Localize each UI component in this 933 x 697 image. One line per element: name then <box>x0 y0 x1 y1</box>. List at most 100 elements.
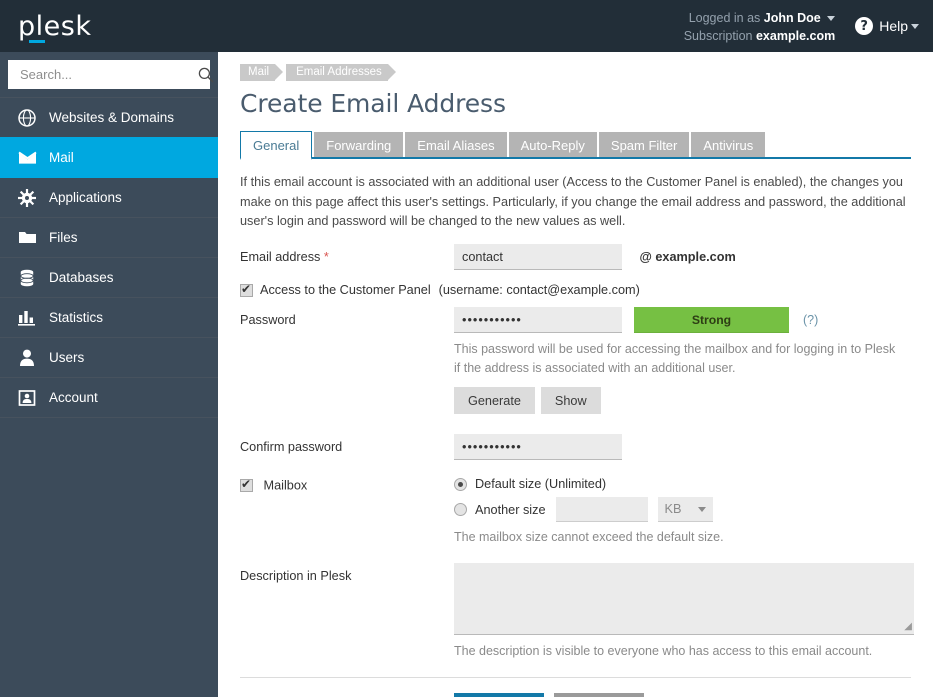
mailbox-size-input[interactable] <box>556 497 648 522</box>
email-domain-suffix: @ example.com <box>639 250 735 264</box>
confirm-password-label: Confirm password <box>240 434 454 460</box>
ok-button[interactable]: OK <box>454 693 544 697</box>
sidebar-item-websites-and-domains[interactable]: Websites & Domains <box>0 97 218 138</box>
plesk-logo-text: plesk <box>18 11 91 42</box>
sidebar-item-applications[interactable]: Applications <box>0 177 218 218</box>
tab-email-aliases[interactable]: Email Aliases <box>405 132 506 159</box>
password-input[interactable] <box>454 307 622 333</box>
password-buttons: Generate Show <box>454 387 911 414</box>
password-line: Strong (?) <box>454 307 911 333</box>
password-help-icon[interactable]: (?) <box>803 313 818 327</box>
sidebar-item-users[interactable]: Users <box>0 337 218 378</box>
breadcrumb-item-email-addresses[interactable]: Email Addresses <box>286 64 388 81</box>
database-icon <box>16 268 38 288</box>
description-textarea[interactable] <box>454 563 914 635</box>
sidebar-item-mail[interactable]: Mail <box>0 137 218 178</box>
create-email-form: Email address * @ example.com Access to … <box>240 244 911 697</box>
subscription-row[interactable]: Subscription example.com <box>684 27 836 45</box>
sidebar-item-label: Statistics <box>49 310 103 325</box>
globe-icon <box>16 108 38 128</box>
description-textarea-wrap: ◢ <box>454 563 914 635</box>
email-address-label: Email address * <box>240 244 454 270</box>
form-footer: * Required fields OK Cancel <box>240 678 911 697</box>
search-box[interactable] <box>8 60 210 89</box>
cancel-button[interactable]: Cancel <box>554 693 644 697</box>
footer-buttons: OK Cancel <box>454 693 911 697</box>
customer-panel-row[interactable]: Access to the Customer Panel (username: … <box>240 283 911 297</box>
folder-icon <box>16 228 38 248</box>
user-icon <box>16 348 38 368</box>
mailbox-size-unit-value: KB <box>665 502 682 516</box>
mailbox-size-unit-select[interactable]: KB <box>658 497 713 522</box>
mailbox-control: Default size (Unlimited) Another size KB… <box>454 477 911 547</box>
sidebar-nav: Websites & Domains Mail <box>0 98 218 418</box>
user-info-block: Logged in as John Doe Subscription examp… <box>684 8 836 45</box>
search-area <box>0 52 218 98</box>
confirm-password-control <box>454 434 911 460</box>
help-menu[interactable]: ? Help <box>855 17 919 35</box>
mailbox-label: Mailbox <box>264 479 308 493</box>
mailbox-default-size-label: Default size (Unlimited) <box>475 477 606 491</box>
id-card-icon <box>16 388 38 408</box>
email-address-input[interactable] <box>454 244 622 270</box>
sidebar: plesk <box>0 0 218 697</box>
tab-auto-reply[interactable]: Auto-Reply <box>509 132 597 159</box>
search-icon[interactable] <box>198 67 214 83</box>
logged-in-label: Logged in as <box>689 11 761 25</box>
plesk-app-window: plesk <box>0 0 933 697</box>
email-address-control: @ example.com <box>454 244 911 270</box>
chevron-down-icon[interactable] <box>911 24 919 29</box>
tab-forwarding[interactable]: Forwarding <box>314 132 403 159</box>
bar-chart-icon <box>16 308 38 328</box>
mailbox-another-size-label: Another size <box>475 503 546 517</box>
chevron-down-icon[interactable] <box>827 16 835 21</box>
mailbox-checkbox[interactable] <box>240 479 253 492</box>
generate-password-button[interactable]: Generate <box>454 387 535 414</box>
sidebar-item-account[interactable]: Account <box>0 377 218 418</box>
password-strength-badge: Strong <box>634 307 789 333</box>
main-area: Logged in as John Doe Subscription examp… <box>218 0 933 697</box>
description-label: Description in Plesk <box>240 563 454 661</box>
mailbox-default-size-radio[interactable] <box>454 478 467 491</box>
tab-underline <box>240 157 911 159</box>
confirm-password-input[interactable] <box>454 434 622 460</box>
tab-bar: General Forwarding Email Aliases Auto-Re… <box>240 131 911 159</box>
sidebar-item-label: Websites & Domains <box>49 110 174 125</box>
search-input[interactable] <box>18 66 198 83</box>
description-row: Description in Plesk ◢ The description i… <box>240 563 911 661</box>
show-password-button[interactable]: Show <box>541 387 601 414</box>
help-label: Help <box>879 18 908 34</box>
password-hint: This password will be used for accessing… <box>454 340 904 378</box>
password-row: Password Strong (?) This password will b… <box>240 307 911 414</box>
password-label: Password <box>240 307 454 414</box>
tab-general[interactable]: General <box>240 131 312 160</box>
sidebar-item-statistics[interactable]: Statistics <box>0 297 218 338</box>
sidebar-item-label: Mail <box>49 150 74 165</box>
sidebar-item-files[interactable]: Files <box>0 217 218 258</box>
logo-underbar <box>29 40 45 43</box>
sidebar-item-databases[interactable]: Databases <box>0 257 218 298</box>
subscription-value[interactable]: example.com <box>756 29 835 43</box>
logged-in-row[interactable]: Logged in as John Doe <box>684 9 836 27</box>
customer-panel-checkbox[interactable] <box>240 284 253 297</box>
page-content: Mail Email Addresses Create Email Addres… <box>218 52 933 697</box>
sidebar-item-label: Files <box>49 230 78 245</box>
tab-antivirus[interactable]: Antivirus <box>691 132 765 159</box>
user-name[interactable]: John Doe <box>764 11 821 25</box>
page-title: Create Email Address <box>240 89 911 118</box>
password-control: Strong (?) This password will be used fo… <box>454 307 911 414</box>
customer-panel-username-note: (username: contact@example.com) <box>439 283 640 297</box>
mailbox-default-size-row[interactable]: Default size (Unlimited) <box>454 477 911 491</box>
tab-spam-filter[interactable]: Spam Filter <box>599 132 689 159</box>
mailbox-hint: The mailbox size cannot exceed the defau… <box>454 528 904 547</box>
mailbox-another-size-row[interactable]: Another size KB <box>454 497 911 522</box>
sidebar-item-label: Databases <box>49 270 114 285</box>
mailbox-another-size-radio[interactable] <box>454 503 467 516</box>
sidebar-item-label: Applications <box>49 190 122 205</box>
breadcrumb: Mail Email Addresses <box>240 52 911 81</box>
plesk-logo[interactable]: plesk <box>18 13 91 40</box>
customer-panel-label: Access to the Customer Panel <box>260 283 431 297</box>
subscription-label: Subscription <box>684 29 753 43</box>
sidebar-item-label: Users <box>49 350 84 365</box>
breadcrumb-item-mail[interactable]: Mail <box>240 64 275 81</box>
